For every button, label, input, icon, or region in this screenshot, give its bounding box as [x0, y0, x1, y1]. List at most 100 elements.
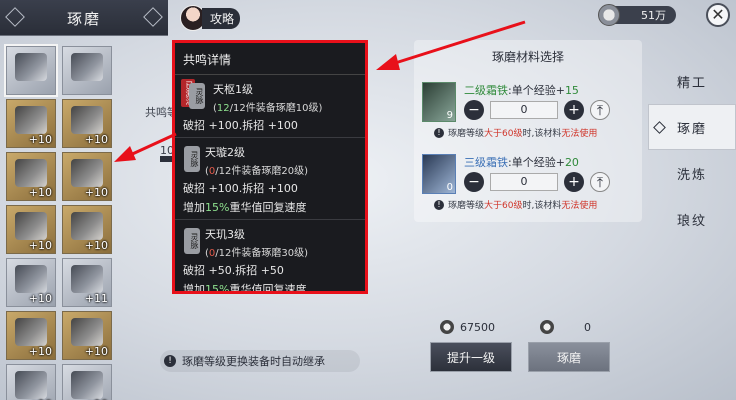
guide-button[interactable]: 攻略 — [180, 4, 244, 32]
enhance-level: +10 — [28, 292, 52, 305]
page-title: 琢磨 — [66, 10, 101, 28]
cost-polish: 0 — [540, 319, 591, 335]
decrease-button[interactable]: − — [464, 172, 484, 192]
equipment-slot[interactable]: +10 — [6, 99, 56, 148]
equipment-icon — [15, 212, 47, 240]
equipment-icon — [15, 318, 47, 346]
equipment-icon — [15, 371, 47, 399]
equipment-slot[interactable]: +10 — [6, 152, 56, 201]
resonance-badge-icon: 灵脉 — [184, 228, 200, 254]
resonance-detail-popup: 共鸣详情 已激活 灵脉 天枢1级 (12/12件装备琢磨10级) 破招 +100… — [172, 40, 368, 294]
quantity-field[interactable]: 0 — [490, 101, 558, 119]
equipment-icon — [71, 159, 103, 187]
info-icon: ! — [164, 355, 176, 367]
enhance-level: +10 — [84, 345, 108, 358]
equipment-slot[interactable]: +10 — [6, 205, 56, 254]
close-button[interactable]: ✕ — [706, 3, 730, 27]
equipment-icon — [71, 371, 103, 399]
material-row: 0 三级霜铁:单个经验+20 − 0 + ⤒ ! 琢磨等级 大于60级 时,该材料无… — [420, 154, 640, 214]
material-name: 三级霜铁:单个经验+20 — [464, 156, 579, 169]
tab-polish[interactable]: 琢磨 — [648, 104, 736, 150]
currency-display: 51万 — [598, 4, 676, 26]
resonance-entry: 灵脉 天玑3级 (0/12件装备琢磨30级) 破招 +50.拆招 +50 增加1… — [175, 220, 365, 294]
resonance-entry: 灵脉 天璇2级 (0/12件装备琢磨20级) 破招 +100.拆招 +100 增… — [175, 138, 365, 220]
enhance-level: +10 — [84, 133, 108, 146]
enhance-level: +10 — [28, 239, 52, 252]
max-button[interactable]: ⤒ — [590, 100, 610, 120]
equipment-icon — [71, 106, 103, 134]
max-button[interactable]: ⤒ — [590, 172, 610, 192]
coin-icon — [540, 320, 554, 334]
resonance-badge-icon: 灵脉 — [184, 146, 200, 172]
equipment-slot[interactable]: +10 — [62, 205, 112, 254]
tab-refine[interactable]: 精工 — [648, 58, 736, 104]
tab-pattern[interactable]: 琅纹 — [648, 196, 736, 242]
equipment-slot[interactable]: +10 — [62, 99, 112, 148]
entry-stat-line: 破招 +50.拆招 +50 — [183, 264, 284, 277]
decrease-button[interactable]: − — [464, 100, 484, 120]
quantity-field[interactable]: 0 — [490, 173, 558, 191]
material-count: 0 — [446, 182, 453, 193]
equipment-slot[interactable]: +10 — [62, 152, 112, 201]
quantity-stepper: − 0 + ⤒ — [464, 100, 610, 120]
increase-button[interactable]: + — [564, 100, 584, 120]
diamond-icon — [653, 121, 666, 134]
info-icon: ! — [434, 199, 444, 210]
frost-iron-icon[interactable]: 0 — [422, 154, 456, 194]
upgrade-button[interactable]: 提升一级 — [430, 342, 512, 372]
entry-progress: (0/12件装备琢磨20级) — [205, 166, 309, 177]
equipment-slot[interactable] — [62, 46, 112, 95]
equipment-icon — [71, 265, 103, 293]
material-row: 9 二级霜铁:单个经验+15 − 0 + ⤒ ! 琢磨等级 大于60级 时,该材料无… — [420, 82, 640, 142]
increase-button[interactable]: + — [564, 172, 584, 192]
guide-label: 攻略 — [202, 7, 241, 29]
equipment-slot[interactable]: +10 — [62, 364, 112, 400]
equipment-grid: +10+10+10+10+10+10+10+11+10+10+10+10 — [4, 44, 116, 400]
close-icon: ✕ — [711, 5, 725, 24]
enhance-level: +10 — [28, 345, 52, 358]
material-warning: ! 琢磨等级 大于60级 时,该材料 无法使用 — [434, 198, 597, 211]
entry-name: 天璇2级 — [205, 146, 245, 159]
info-icon: ! — [434, 127, 444, 138]
materials-panel: 琢磨材料选择 9 二级霜铁:单个经验+15 − 0 + ⤒ ! 琢磨等级 大于60… — [414, 40, 642, 222]
material-name: 二级霜铁:单个经验+15 — [464, 84, 579, 97]
entry-name: 天玑3级 — [205, 228, 245, 241]
enhance-level: +10 — [84, 239, 108, 252]
inherit-note: ! 琢磨等级更换装备时自动继承 — [160, 350, 360, 372]
popup-title: 共鸣详情 — [175, 43, 365, 75]
tab-wash[interactable]: 洗炼 — [648, 150, 736, 196]
resonance-badge-icon: 灵脉 — [189, 83, 205, 109]
enhance-level: +10 — [84, 186, 108, 199]
equipment-slot[interactable]: +10 — [6, 364, 56, 400]
equipment-icon — [15, 265, 47, 293]
equipment-icon — [15, 53, 47, 81]
coin-icon — [598, 4, 620, 26]
cost-upgrade: 67500 — [440, 319, 495, 335]
quantity-stepper: − 0 + ⤒ — [464, 172, 610, 192]
equipment-icon — [71, 318, 103, 346]
currency-value: 51万 — [641, 9, 666, 22]
entry-progress: (0/12件装备琢磨30级) — [205, 248, 309, 259]
equipment-slot[interactable]: +10 — [6, 258, 56, 307]
frost-iron-icon[interactable]: 9 — [422, 82, 456, 122]
entry-stat-line-2: 增加15%重华值回复速度 — [183, 201, 307, 214]
equipment-slot[interactable]: +10 — [62, 311, 112, 360]
equipment-icon — [71, 53, 103, 81]
equipment-icon — [15, 159, 47, 187]
enhance-level: +10 — [28, 186, 52, 199]
resonance-entry: 已激活 灵脉 天枢1级 (12/12件装备琢磨10级) 破招 +100.拆招 +… — [175, 75, 365, 138]
entry-name: 天枢1级 — [213, 83, 253, 96]
entry-stat-line-2: 增加15%重华值回复速度 — [183, 283, 307, 294]
entry-progress: (12/12件装备琢磨10级) — [213, 103, 323, 114]
entry-stat-line: 破招 +100.拆招 +100 — [183, 182, 298, 195]
equipment-slot[interactable]: +10 — [6, 311, 56, 360]
equipment-slot[interactable]: +11 — [62, 258, 112, 307]
polish-button[interactable]: 琢磨 — [528, 342, 610, 372]
materials-title: 琢磨材料选择 — [491, 50, 564, 64]
coin-icon — [440, 320, 454, 334]
equipment-icon — [15, 106, 47, 134]
equipment-icon — [71, 212, 103, 240]
enhance-level: +11 — [84, 292, 108, 305]
enhance-level: +10 — [28, 133, 52, 146]
equipment-slot[interactable] — [4, 44, 58, 97]
